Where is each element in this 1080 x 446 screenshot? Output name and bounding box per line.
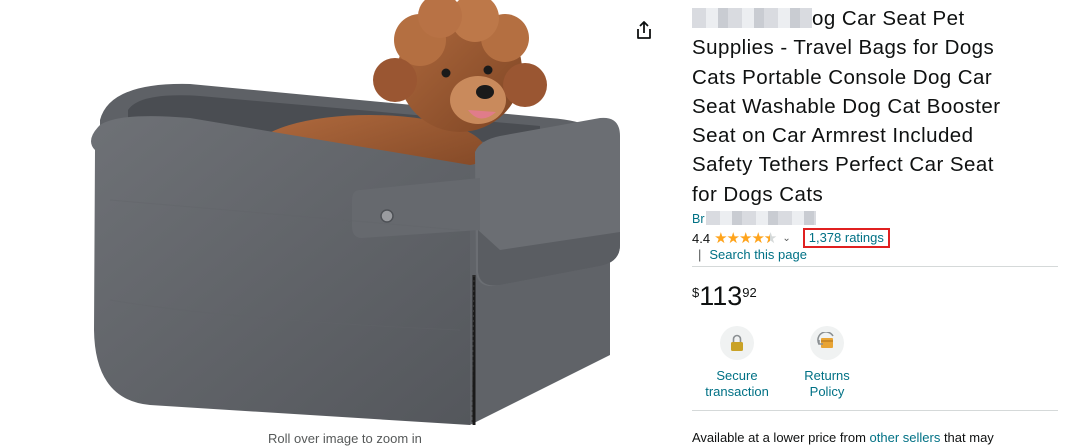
title-line: Seat on Car Armrest Included — [692, 124, 974, 148]
feature-label: Policy — [809, 384, 845, 399]
rating-value: 4.4 — [692, 230, 711, 246]
secure-transaction-feature[interactable]: Secure transaction — [692, 326, 782, 400]
zoom-hint: Roll over image to zoom in — [268, 431, 422, 446]
separator: | — [698, 247, 702, 262]
price-fraction: 92 — [742, 285, 757, 300]
star-icon: ★ — [751, 230, 764, 247]
star-icon: ★ — [726, 230, 740, 247]
feature-label: Secure — [716, 368, 758, 383]
other-sellers-link[interactable]: other sellers — [870, 430, 941, 445]
divider — [692, 410, 1058, 411]
star-icon: ★ — [738, 230, 752, 247]
store-prefix: Br — [692, 212, 705, 226]
returns-icon — [810, 326, 844, 360]
store-link[interactable]: Br — [692, 211, 816, 227]
price: $ 113 92 — [692, 282, 757, 310]
title-line: Supplies - Travel Bags for Dogs — [692, 36, 995, 60]
product-details: og Car Seat Pet Supplies - Travel Bags f… — [692, 0, 1062, 440]
title-line: Seat Washable Dog Cat Booster — [692, 94, 1001, 118]
ratings-count-link[interactable]: 1,378 ratings — [802, 228, 890, 248]
chevron-down-icon[interactable]: ⌄ — [782, 233, 790, 244]
search-this-page: | Search this page — [698, 247, 807, 262]
lock-icon — [720, 326, 754, 360]
search-this-page-link[interactable]: Search this page — [709, 247, 807, 262]
half-star-icon: ★ — [764, 230, 777, 247]
product-title[interactable]: og Car Seat Pet Supplies - Travel Bags f… — [692, 4, 1062, 209]
other-sellers-notice: Available at a lower price from other se… — [692, 430, 994, 445]
title-line: Safety Tethers Perfect Car Seat — [692, 153, 994, 177]
price-whole: 113 — [699, 281, 743, 311]
feature-label: Returns — [804, 368, 850, 383]
title-part1: og Car Seat Pet — [812, 7, 965, 30]
star-icon: ★ — [714, 230, 727, 247]
product-image-area: Roll over image to zoom in — [0, 0, 680, 446]
star-rating[interactable]: ★★★★★ — [714, 229, 777, 247]
title-line: Cats Portable Console Dog Car — [692, 65, 993, 89]
redacted-store — [705, 211, 816, 225]
redacted-brand — [692, 8, 812, 28]
rating-row: 4.4 ★★★★★ ⌄ 1,378 ratings — [692, 228, 890, 248]
returns-policy-feature[interactable]: Returns Policy — [782, 326, 872, 400]
share-icon[interactable] — [632, 18, 656, 42]
price-symbol: $ — [692, 285, 700, 300]
notice-text: that may — [940, 430, 994, 445]
title-line: for Dogs Cats — [692, 182, 824, 206]
divider — [692, 266, 1058, 267]
notice-text: Available at a lower price from — [692, 430, 870, 445]
feature-label: transaction — [705, 384, 769, 399]
product-image[interactable] — [80, 0, 640, 430]
